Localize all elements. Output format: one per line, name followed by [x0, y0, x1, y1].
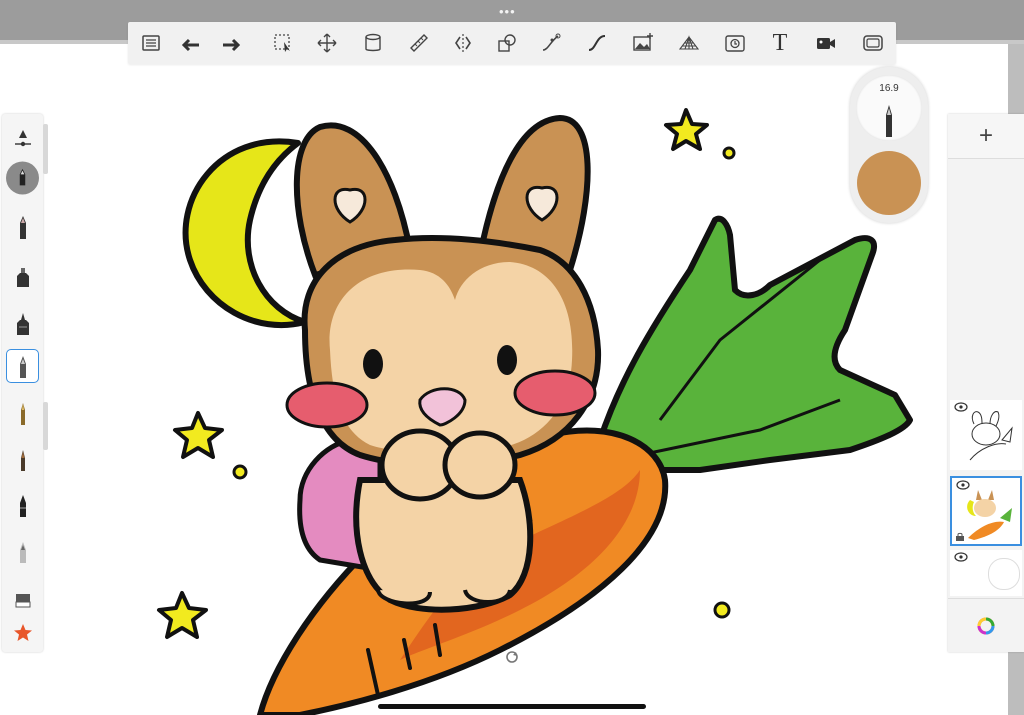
color-layer-thumbnail	[967, 490, 1012, 540]
brush-palette	[2, 114, 48, 652]
fullscreen-icon[interactable]	[858, 28, 888, 58]
text-tool-label: T	[772, 29, 788, 56]
layer-color[interactable]	[950, 476, 1022, 546]
stroke-icon[interactable]	[582, 28, 612, 58]
marker-icon[interactable]	[6, 258, 39, 292]
list-icon[interactable]	[136, 28, 166, 58]
text-icon[interactable]: T	[765, 28, 795, 58]
line-art-thumbnail	[969, 411, 1013, 461]
brush-settings-icon[interactable]	[6, 122, 39, 156]
layer-empty[interactable]	[950, 550, 1022, 596]
undo-icon[interactable]	[176, 28, 206, 58]
toolbar: T	[128, 22, 896, 64]
airbrush-icon[interactable]	[6, 349, 39, 383]
canvas-rotate-icon[interactable]	[505, 650, 519, 664]
layer-blend-puck[interactable]	[988, 558, 1020, 590]
ruler-icon[interactable]	[404, 28, 434, 58]
fill-icon[interactable]	[358, 28, 388, 58]
favorite-star-icon[interactable]	[6, 616, 39, 650]
eraser-icon[interactable]	[6, 582, 39, 616]
layers-panel: +	[948, 114, 1024, 652]
brush-puck: 16.9	[850, 67, 928, 223]
brush-size-puck[interactable]: 16.9	[856, 75, 922, 141]
image-icon[interactable]	[628, 28, 658, 58]
timelapse-icon[interactable]	[720, 28, 750, 58]
curve-icon[interactable]	[536, 28, 566, 58]
home-indicator[interactable]	[378, 704, 646, 709]
perspective-icon[interactable]	[674, 28, 704, 58]
redo-icon[interactable]	[216, 28, 246, 58]
brush-size-value: 16.9	[879, 83, 899, 94]
color-puck[interactable]	[857, 151, 921, 215]
fountain-pen-icon[interactable]	[6, 396, 39, 430]
symmetry-icon[interactable]	[448, 28, 478, 58]
blender-icon[interactable]	[6, 534, 39, 568]
selection-icon[interactable]	[268, 28, 298, 58]
palette-handle-lower[interactable]	[43, 402, 48, 450]
palette-handle[interactable]	[43, 124, 48, 174]
transform-icon[interactable]	[312, 28, 342, 58]
visibility-eye-icon[interactable]	[954, 552, 968, 562]
inking-pen-icon[interactable]	[6, 306, 39, 340]
layer-line-art[interactable]	[950, 400, 1022, 470]
color-wheel-icon	[977, 617, 995, 635]
color-wheel-button[interactable]	[948, 598, 1024, 653]
pencil-icon[interactable]	[6, 210, 39, 244]
paintbrush-icon[interactable]	[6, 442, 39, 476]
shape-icon[interactable]	[492, 28, 522, 58]
add-layer-button[interactable]: +	[948, 114, 1024, 159]
video-icon[interactable]	[811, 28, 841, 58]
brush-preview-icon	[886, 105, 892, 137]
current-brush-icon[interactable]	[6, 161, 39, 195]
brush-pen-icon[interactable]	[6, 488, 39, 522]
layer-lock-icon	[956, 532, 964, 541]
